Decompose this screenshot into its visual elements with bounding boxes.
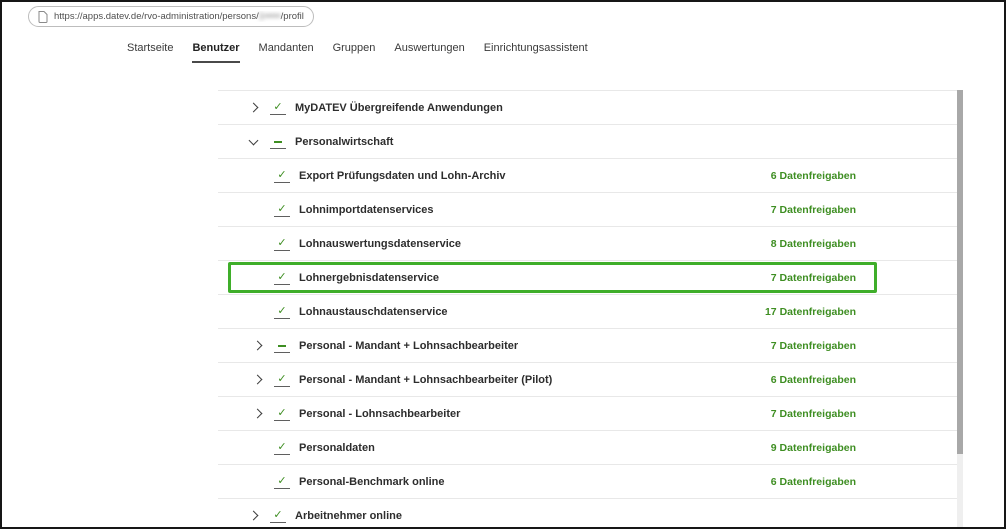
permission-label: Personal-Benchmark online: [299, 476, 445, 488]
permission-label: Personalwirtschaft: [295, 136, 393, 148]
row-lohnergebnisdatenservice[interactable]: ✓ Lohnergebnisdatenservice 7 Datenfreiga…: [218, 260, 963, 294]
tab-einrichtungsassistent[interactable]: Einrichtungsassistent: [484, 42, 588, 61]
datenfreigaben-count[interactable]: 9 Datenfreigaben: [771, 442, 856, 454]
permission-label: Lohnergebnisdatenservice: [299, 272, 439, 284]
row-lohnimportdatenservices[interactable]: ✓ Lohnimportdatenservices 7 Datenfreigab…: [218, 192, 963, 226]
checkbox-checked-icon[interactable]: ✓: [270, 101, 286, 115]
permission-label: Personal - Mandant + Lohnsachbearbeiter …: [299, 374, 552, 386]
chevron-right-icon[interactable]: [252, 410, 274, 417]
page-icon: [38, 11, 48, 23]
checkbox-checked-icon[interactable]: ✓: [274, 373, 290, 387]
checkbox-checked-icon[interactable]: ✓: [274, 407, 290, 421]
row-lohnaustauschdatenservice[interactable]: ✓ Lohnaustauschdatenservice 17 Datenfrei…: [218, 294, 963, 328]
checkbox-checked-icon[interactable]: ✓: [274, 237, 290, 251]
row-personaldaten[interactable]: ✓ Personaldaten 9 Datenfreigaben: [218, 430, 963, 464]
checkbox-checked-icon[interactable]: ✓: [274, 271, 290, 285]
permission-label: Export Prüfungsdaten und Lohn-Archiv: [299, 170, 506, 182]
checkbox-indeterminate-icon[interactable]: [274, 339, 290, 353]
permission-label: Personal - Lohnsachbearbeiter: [299, 408, 460, 420]
checkbox-checked-icon[interactable]: ✓: [274, 441, 290, 455]
permission-label: Lohnauswertungsdatenservice: [299, 238, 461, 250]
checkbox-checked-icon[interactable]: ✓: [274, 475, 290, 489]
checkbox-checked-icon[interactable]: ✓: [274, 305, 290, 319]
checkbox-checked-icon[interactable]: ✓: [274, 169, 290, 183]
url-text: https://apps.datev.de/rvo-administration…: [54, 11, 304, 22]
permission-label: Lohnimportdatenservices: [299, 204, 433, 216]
checkbox-checked-icon[interactable]: ✓: [274, 203, 290, 217]
datenfreigaben-count[interactable]: 7 Datenfreigaben: [771, 204, 856, 216]
chevron-right-icon[interactable]: [248, 104, 270, 111]
chevron-right-icon[interactable]: [252, 376, 274, 383]
permission-label: Lohnaustauschdatenservice: [299, 306, 448, 318]
chevron-right-icon[interactable]: [248, 512, 270, 519]
scrollbar-thumb[interactable]: [957, 90, 963, 454]
datenfreigaben-count[interactable]: 7 Datenfreigaben: [771, 408, 856, 420]
row-lohnauswertungsdatenservice[interactable]: ✓ Lohnauswertungsdatenservice 8 Datenfre…: [218, 226, 963, 260]
row-personalwirtschaft[interactable]: Personalwirtschaft: [218, 124, 963, 158]
browser-url-bar[interactable]: https://apps.datev.de/rvo-administration…: [28, 6, 314, 27]
tab-auswertungen[interactable]: Auswertungen: [394, 42, 464, 61]
checkbox-indeterminate-icon[interactable]: [270, 135, 286, 149]
datenfreigaben-count[interactable]: 6 Datenfreigaben: [771, 476, 856, 488]
row-personal-mandant-lohnsachbearbeiter[interactable]: Personal - Mandant + Lohnsachbearbeiter …: [218, 328, 963, 362]
permission-label: Arbeitnehmer online: [295, 510, 402, 522]
permission-label: Personal - Mandant + Lohnsachbearbeiter: [299, 340, 518, 352]
permission-label: MyDATEV Übergreifende Anwendungen: [295, 102, 503, 114]
row-arbeitnehmer-online[interactable]: ✓ Arbeitnehmer online: [218, 498, 963, 529]
row-mydatev-übergreifende-anwendungen[interactable]: ✓ MyDATEV Übergreifende Anwendungen: [218, 90, 963, 124]
datenfreigaben-count[interactable]: 8 Datenfreigaben: [771, 238, 856, 250]
tab-startseite[interactable]: Startseite: [127, 42, 173, 61]
url-prefix: https://apps.datev.de/rvo-administration…: [54, 11, 259, 22]
chevron-down-icon[interactable]: [248, 139, 270, 144]
permission-label: Personaldaten: [299, 442, 375, 454]
scrollbar[interactable]: [957, 90, 963, 529]
url-suffix: /profile: [281, 11, 304, 22]
datenfreigaben-count[interactable]: 7 Datenfreigaben: [771, 272, 856, 284]
redacted-url-segment: 1•••••: [259, 11, 281, 22]
datenfreigaben-count[interactable]: 7 Datenfreigaben: [771, 340, 856, 352]
main-nav: Startseite Benutzer Mandanten Gruppen Au…: [127, 42, 588, 63]
datenfreigaben-count[interactable]: 6 Datenfreigaben: [771, 374, 856, 386]
permissions-panel: ✓ MyDATEV Übergreifende Anwendungen Pers…: [218, 90, 963, 529]
datenfreigaben-count[interactable]: 17 Datenfreigaben: [765, 306, 856, 318]
datenfreigaben-count[interactable]: 6 Datenfreigaben: [771, 170, 856, 182]
tab-benutzer[interactable]: Benutzer: [192, 42, 239, 63]
row-personal-lohnsachbearbeiter[interactable]: ✓ Personal - Lohnsachbearbeiter 7 Datenf…: [218, 396, 963, 430]
checkbox-checked-icon[interactable]: ✓: [270, 509, 286, 523]
row-personal-mandant-lohnsachbearbeiter-pilot[interactable]: ✓ Personal - Mandant + Lohnsachbearbeite…: [218, 362, 963, 396]
row-export-prüfungsdaten-und-lohn-archiv[interactable]: ✓ Export Prüfungsdaten und Lohn-Archiv 6…: [218, 158, 963, 192]
row-personal-benchmark-online[interactable]: ✓ Personal-Benchmark online 6 Datenfreig…: [218, 464, 963, 498]
chevron-right-icon[interactable]: [252, 342, 274, 349]
tab-mandanten[interactable]: Mandanten: [259, 42, 314, 61]
permissions-list: ✓ MyDATEV Übergreifende Anwendungen Pers…: [218, 90, 963, 529]
tab-gruppen[interactable]: Gruppen: [333, 42, 376, 61]
